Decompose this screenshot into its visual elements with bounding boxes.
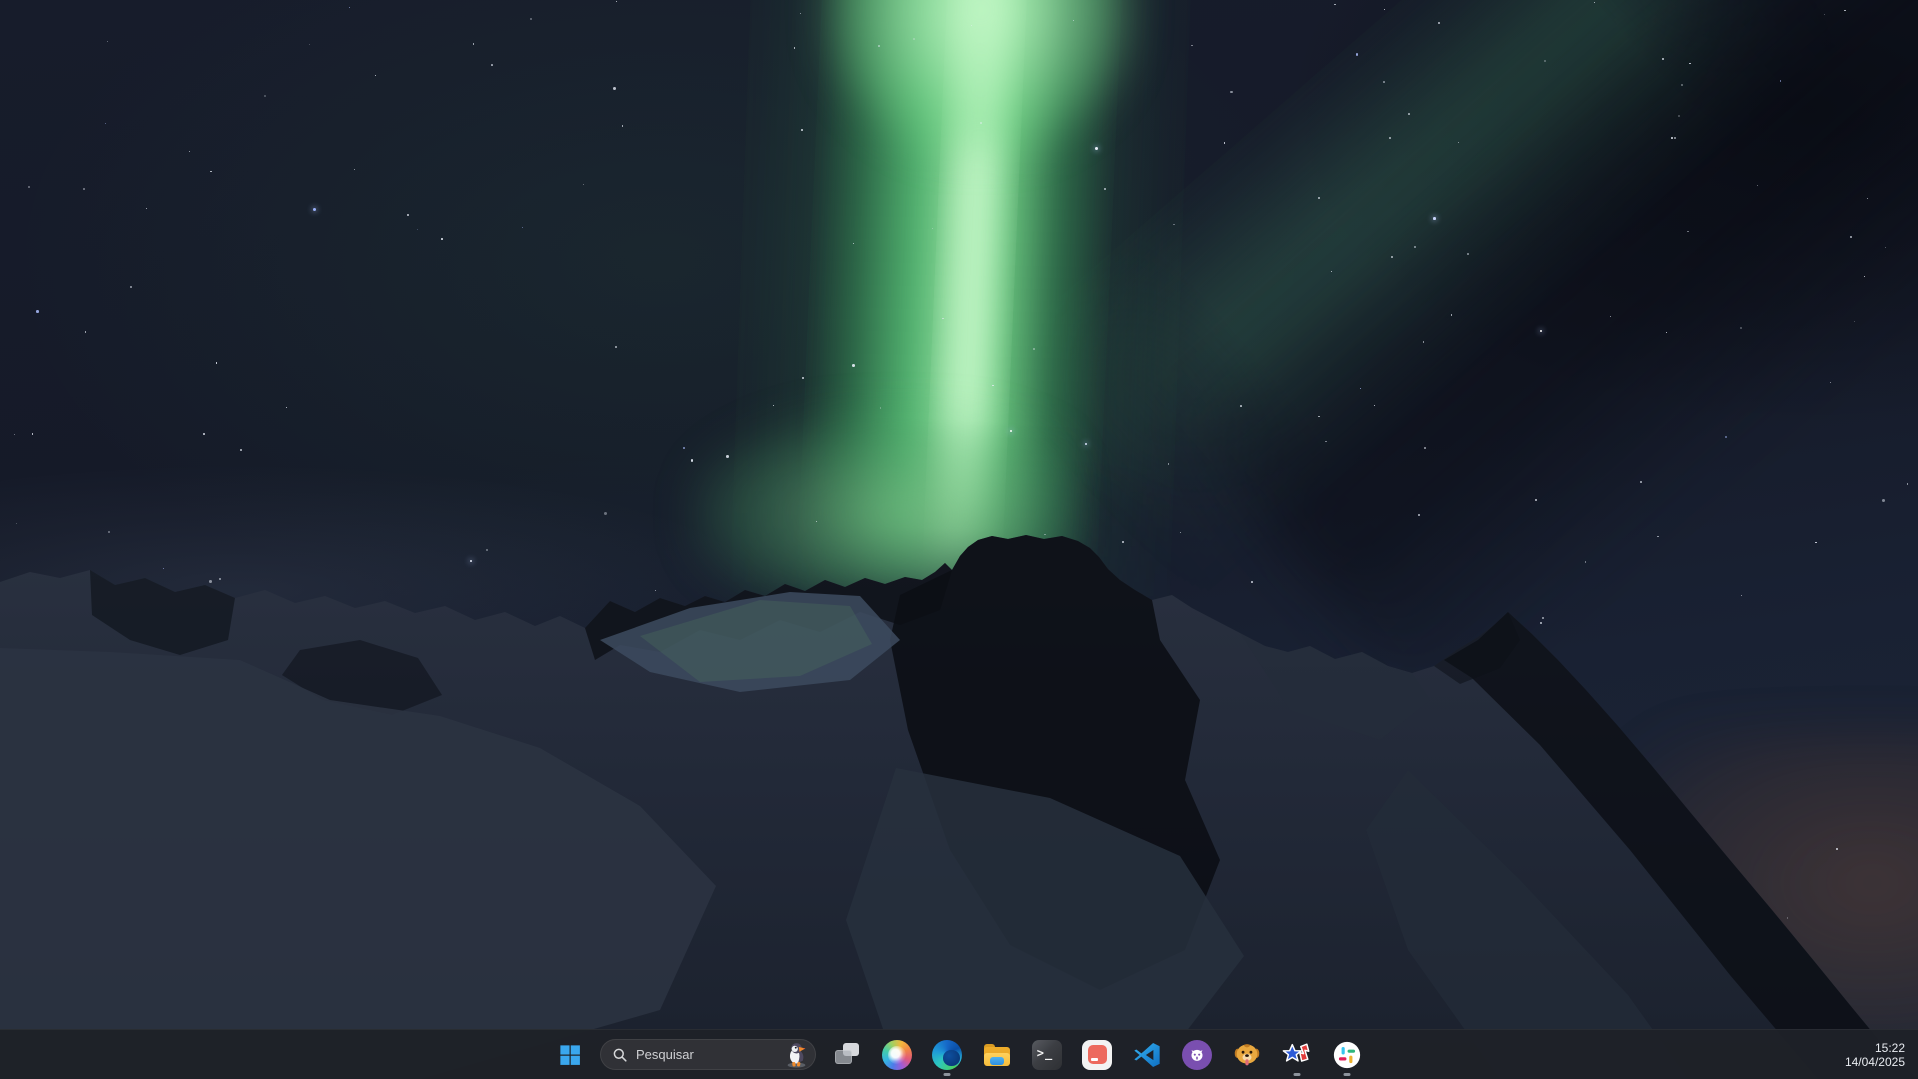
- blue-star-red-bolt-icon: [1282, 1040, 1312, 1070]
- file-explorer-icon: [982, 1040, 1012, 1070]
- taskbar-icon-copilot[interactable]: [877, 1032, 917, 1078]
- search-placeholder: Pesquisar: [636, 1047, 784, 1062]
- vscode-icon: [1132, 1040, 1162, 1070]
- taskbar-icon-dog-app[interactable]: [1227, 1032, 1267, 1078]
- taskbar-icon-github-desktop[interactable]: [1177, 1032, 1217, 1078]
- taskbar-icons: >_: [827, 1032, 1367, 1078]
- search-box[interactable]: Pesquisar: [600, 1039, 816, 1070]
- start-button[interactable]: [551, 1032, 589, 1078]
- red-square-app-icon: [1082, 1040, 1112, 1070]
- taskbar-icon-terminal[interactable]: >_: [1027, 1032, 1067, 1078]
- taskbar: Pesquisar: [0, 1029, 1918, 1079]
- terminal-icon: >_: [1032, 1040, 1062, 1070]
- search-icon: [612, 1047, 628, 1063]
- taskbar-icon-red-square-app[interactable]: [1077, 1032, 1117, 1078]
- task-view-icon: [832, 1040, 862, 1070]
- dog-face-icon: [1232, 1040, 1262, 1070]
- copilot-icon: [882, 1040, 912, 1070]
- puffin-bird-image: [784, 1041, 809, 1068]
- slack-icon: [1332, 1040, 1362, 1070]
- github-desktop-icon: [1182, 1040, 1212, 1070]
- taskbar-icon-file-explorer[interactable]: [977, 1032, 1017, 1078]
- taskbar-icon-edge[interactable]: [927, 1032, 967, 1078]
- taskbar-icon-task-view[interactable]: [827, 1032, 867, 1078]
- clock-time: 15:22: [1875, 1041, 1905, 1055]
- taskbar-icon-star-app[interactable]: [1277, 1032, 1317, 1078]
- mountain-silhouette: [0, 0, 1918, 1079]
- clock-date: 14/04/2025: [1845, 1055, 1905, 1069]
- taskbar-icon-slack[interactable]: [1327, 1032, 1367, 1078]
- taskbar-icon-vscode[interactable]: [1127, 1032, 1167, 1078]
- edge-browser-icon: [932, 1040, 962, 1070]
- desktop[interactable]: Pesquisar: [0, 0, 1918, 1079]
- windows-start-icon: [559, 1044, 581, 1066]
- system-clock[interactable]: 15:22 14/04/2025: [1832, 1030, 1918, 1079]
